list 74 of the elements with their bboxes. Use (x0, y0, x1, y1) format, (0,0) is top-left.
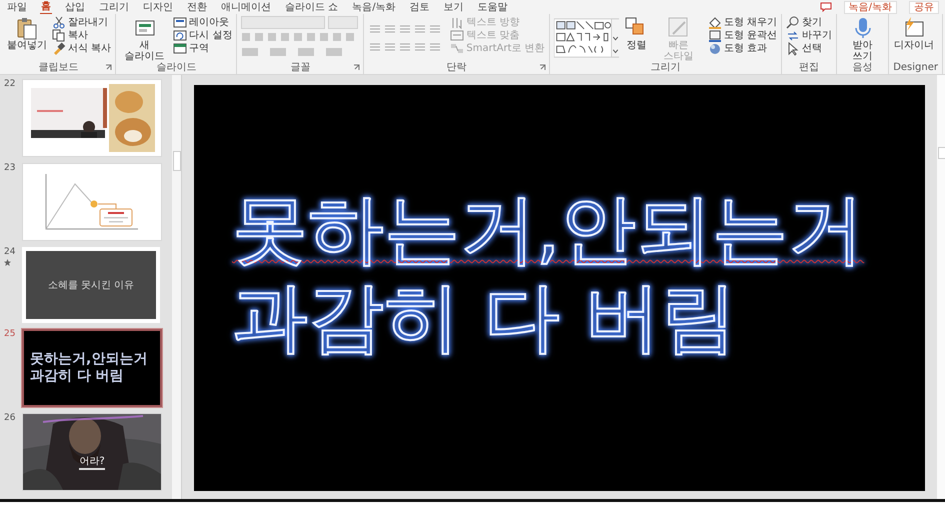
slide-thumbnail[interactable]: 소혜를 못시킨 이유 (22, 247, 160, 323)
ribbon-button[interactable]: 다시 설정 (173, 29, 232, 42)
ribbon-tab[interactable]: 그리기 (98, 0, 130, 14)
dialog-launcher-icon[interactable] (105, 64, 112, 71)
font-size-field[interactable] (328, 16, 358, 29)
cursor-icon (786, 42, 800, 56)
dialog-launcher-icon[interactable] (538, 64, 546, 71)
effects-icon (708, 42, 722, 56)
ribbon-tab[interactable]: 슬라이드 쇼 (284, 0, 340, 14)
text-direction-icon (450, 16, 464, 30)
thumbnail-title: 못하는거,안되는거 (30, 351, 148, 368)
smartart-icon (450, 42, 464, 56)
slide-number: 26 (4, 413, 16, 423)
ribbon-button[interactable]: 정렬 (623, 16, 650, 51)
slide-thumbnail[interactable]: 못하는거,안되는거 과감히 다 버림 (22, 329, 162, 407)
font-name-field[interactable] (241, 16, 326, 29)
thumbnail-title: 과감히 다 버림 (30, 368, 125, 385)
replace-icon (786, 28, 800, 42)
shapes-gallery-drawing[interactable] (554, 17, 620, 59)
ribbon-button[interactable]: 찾기 (786, 16, 832, 29)
ribbon-button[interactable]: 받아 쓰기 (840, 16, 884, 62)
ribbon-button[interactable]: 도형 효과 (708, 42, 777, 55)
scrollbar[interactable] (172, 75, 181, 499)
paintbrush-icon (52, 42, 66, 56)
scrollbar[interactable] (937, 75, 945, 499)
group-label: 슬라이드 (156, 62, 196, 74)
group-label: 그리기 (650, 62, 680, 74)
share-button[interactable]: 공유 (909, 0, 939, 14)
ribbon-tab[interactable]: 녹음/녹화 (351, 0, 397, 14)
ribbon-tab[interactable]: 검토 (408, 0, 431, 14)
ribbon-button[interactable]: 도형 윤곽선 (708, 29, 777, 42)
ribbon-tab[interactable]: 전환 (186, 0, 208, 14)
ribbon-button[interactable]: 복사 (52, 29, 112, 42)
outline-icon (708, 28, 722, 42)
scissors-icon (52, 16, 66, 30)
group-label: 편집 (798, 62, 819, 74)
thumbnail-caption: 어라? (79, 454, 105, 470)
ribbon-button[interactable]: 구역 (173, 42, 232, 55)
section-icon (173, 42, 188, 56)
dialog-launcher-icon[interactable] (353, 64, 360, 71)
reset-icon (173, 28, 188, 42)
ribbon-button[interactable]: 디자이너 (893, 16, 936, 51)
ribbon-button[interactable]: 잘라내기 (52, 16, 112, 29)
ribbon-button[interactable]: 바꾸기 (786, 29, 832, 42)
ribbon-button[interactable]: 선택 (786, 42, 832, 55)
copy-icon (52, 28, 66, 42)
ribbon-button[interactable]: 새 슬라이드 (120, 16, 170, 62)
slide-number: 23 (4, 163, 16, 173)
group-label: 글꼴 (290, 62, 310, 74)
thumbnail-title: 소혜를 못시킨 이유 (48, 279, 134, 292)
slide-number: 22 (4, 79, 16, 89)
slide-thumbnail[interactable]: 어라? (22, 413, 162, 491)
ribbon-tab[interactable]: 파일 (6, 0, 28, 14)
slide-number: 24 (4, 247, 16, 257)
ribbon-tab[interactable]: 도움말 (476, 0, 509, 14)
ribbon-button[interactable]: 붙여넣기 (6, 16, 48, 51)
group-label: 음성 (852, 62, 873, 74)
ribbon-tab[interactable]: 보기 (442, 0, 465, 14)
ribbon-tab[interactable]: 애니메이션 (220, 0, 272, 14)
ribbon-button[interactable]: 서식 복사 (52, 42, 112, 55)
align-text-icon (450, 28, 464, 42)
group-label: Designer (893, 62, 938, 74)
slide-title: 못하는거,안되는거 (232, 185, 864, 273)
slide-title: 과감히 다 버림 (232, 273, 736, 361)
comment-icon[interactable] (820, 2, 832, 12)
record-button[interactable]: 녹음/녹화 (844, 0, 897, 14)
ribbon-tab[interactable]: 디자인 (142, 0, 174, 14)
search-icon (786, 16, 800, 30)
group-label: 단락 (446, 62, 467, 74)
ribbon-button[interactable]: 도형 채우기 (708, 16, 777, 29)
ribbon-tab[interactable]: 삽입 (64, 0, 86, 14)
slide-number: 25 (4, 329, 16, 339)
group-label: 클립보드 (38, 62, 79, 74)
ribbon-button[interactable]: 레이아웃 (173, 16, 232, 29)
